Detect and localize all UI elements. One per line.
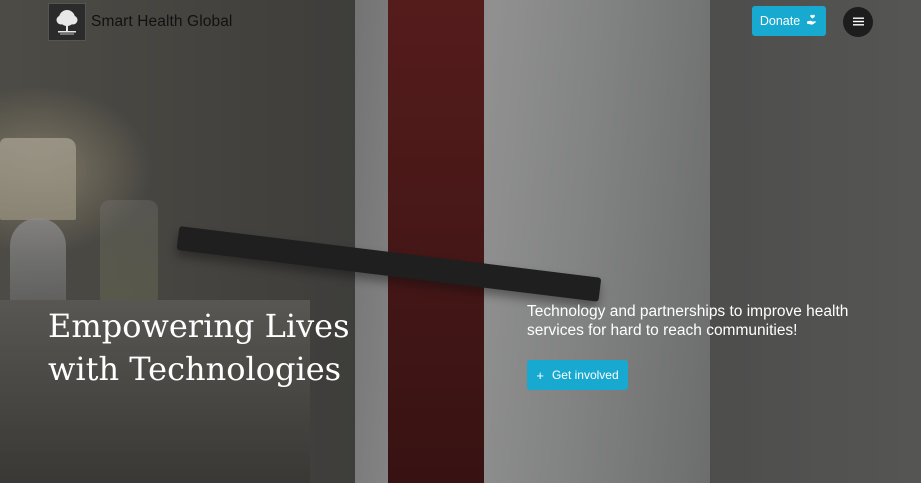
donate-label: Donate <box>759 14 801 28</box>
hero-overlay <box>0 0 921 483</box>
hero-title-line2: with Technologies <box>48 350 342 388</box>
home-logo-link[interactable]: Smart Health Global <box>48 3 232 41</box>
donate-button[interactable]: Donate <box>752 6 826 36</box>
hamburger-menu-icon <box>852 13 864 31</box>
brand-name: Smart Health Global <box>91 13 233 30</box>
hero-background-image <box>0 0 921 483</box>
get-involved-label: Get involved <box>551 368 619 382</box>
get-involved-button[interactable]: + Get involved <box>527 360 628 390</box>
hero-subtitle: Technology and partnerships to improve h… <box>527 303 849 339</box>
hand-heart-icon <box>806 14 818 29</box>
hero-title-line1: Empowering Lives <box>48 307 350 345</box>
tree-logo-icon <box>48 3 86 41</box>
plus-icon: + <box>536 367 544 383</box>
menu-button[interactable] <box>843 7 873 37</box>
hero-title: Empowering Lives with Technologies <box>48 305 378 391</box>
